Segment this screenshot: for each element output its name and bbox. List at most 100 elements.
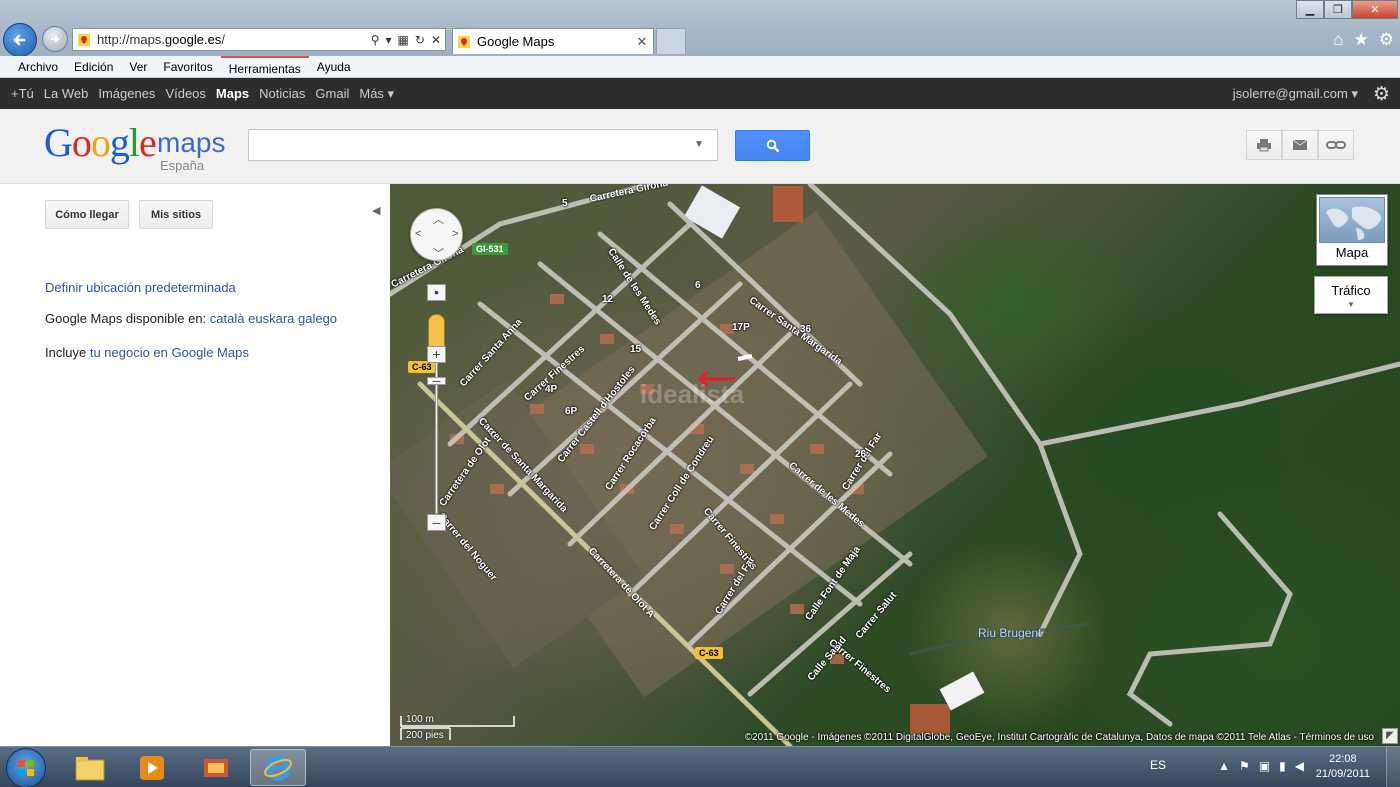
watermark: idealista	[640, 379, 745, 409]
tab-close-icon[interactable]: ✕	[635, 34, 649, 50]
gbar-web[interactable]: La Web	[39, 86, 94, 101]
house-number: 5	[562, 198, 568, 209]
pan-down-icon[interactable]: ﹀	[433, 245, 444, 261]
zoom-slider[interactable]: • + – –	[427, 284, 446, 534]
taskbar-clock[interactable]: 22:08 21/09/2011	[1316, 752, 1370, 782]
pan-up-icon[interactable]: ︿	[433, 211, 444, 227]
pan-left-icon[interactable]: <	[415, 228, 421, 240]
gbar-news[interactable]: Noticias	[254, 86, 310, 101]
tools-gear-icon[interactable]: ⚙	[1379, 30, 1394, 50]
refresh-icon[interactable]: ↻	[415, 33, 425, 47]
google-logo[interactable]: Google	[44, 123, 157, 163]
maximize-button[interactable]: ❐	[1324, 0, 1352, 19]
scale-metric: 100 m	[406, 714, 434, 725]
map-type-button[interactable]: Mapa	[1316, 194, 1388, 266]
stop-icon[interactable]: ✕	[431, 33, 441, 47]
taskbar-explorer[interactable]	[62, 749, 118, 786]
google-bar: +Tú La Web Imágenes Vídeos Maps Noticias…	[0, 78, 1400, 109]
menu-edicion[interactable]: Edición	[66, 56, 121, 78]
satellite-map[interactable]: idealista Carretera Girona Carretera Gir…	[390, 184, 1400, 746]
gbar-images[interactable]: Imágenes	[93, 86, 160, 101]
default-location-link[interactable]: Definir ubicación predeterminada	[45, 280, 236, 295]
search-button[interactable]	[735, 130, 810, 161]
volume-icon[interactable]: ◀	[1295, 759, 1304, 773]
back-button[interactable]	[3, 23, 37, 57]
scale-imperial: 200 pies	[406, 730, 444, 741]
menu-herramientas[interactable]: Herramientas	[220, 55, 309, 78]
folder-icon	[75, 756, 105, 780]
link-button[interactable]	[1318, 130, 1354, 160]
collapse-panel-icon[interactable]: ◀	[372, 204, 380, 217]
traffic-button[interactable]: Tráfico ▼	[1314, 276, 1388, 314]
search-input[interactable]	[248, 129, 718, 161]
favorites-star-icon[interactable]: ★	[1354, 30, 1369, 50]
back-arrow-icon	[13, 34, 26, 46]
user-account-menu[interactable]: jsolerre@gmail.com ▾	[1233, 86, 1358, 102]
menu-favoritos[interactable]: Favoritos	[155, 56, 220, 78]
browser-chrome: http://maps.google.es/ ⚲ ▾ ▦ ↻ ✕ Google …	[0, 0, 1400, 57]
logo-country: España	[160, 158, 205, 173]
email-button[interactable]	[1282, 130, 1318, 160]
chevron-down-icon[interactable]: ▼	[1315, 300, 1387, 309]
forward-button[interactable]	[42, 26, 68, 52]
search-icon[interactable]: ⚲	[371, 33, 380, 47]
gbar-maps[interactable]: Maps	[211, 86, 254, 101]
pan-right-icon[interactable]: >	[452, 228, 458, 240]
tab-google-maps[interactable]: Google Maps ✕	[452, 28, 654, 54]
gbar-more[interactable]: Más ▾	[354, 86, 399, 102]
menu-ayuda[interactable]: Ayuda	[309, 56, 359, 78]
directions-button[interactable]: Cómo llegar	[45, 200, 129, 229]
dropdown-arrow-icon[interactable]: ▾	[386, 33, 392, 47]
gbar-videos[interactable]: Vídeos	[160, 86, 210, 101]
compatibility-view-icon[interactable]: ▦	[398, 33, 409, 47]
business-link[interactable]: tu negocio en Google Maps	[90, 345, 249, 360]
zoom-out-button[interactable]: –	[427, 514, 446, 531]
show-hidden-icons-icon[interactable]: ▲	[1218, 759, 1230, 773]
maps-header: Google maps España ▼	[0, 109, 1400, 184]
language-indicator[interactable]: ES	[1150, 758, 1166, 772]
river-label: Riu Brugent	[978, 626, 1042, 640]
taskbar-internet-explorer[interactable]	[250, 749, 306, 786]
language-link-euskara[interactable]: euskara	[248, 311, 294, 326]
home-icon[interactable]: ⌂	[1333, 30, 1343, 50]
network-signal-icon[interactable]: ▮	[1279, 759, 1286, 773]
internet-explorer-icon	[264, 755, 292, 780]
print-button[interactable]	[1246, 130, 1282, 160]
url-text: http://maps.google.es/	[97, 32, 225, 47]
map-copyright[interactable]: ©2011 Google - Imágenes ©2011 DigitalGlo…	[745, 732, 1374, 743]
clock-date: 21/09/2011	[1315, 768, 1370, 780]
action-center-flag-icon[interactable]: ⚑	[1239, 759, 1250, 773]
street-view-pegman-icon[interactable]	[428, 314, 445, 348]
show-desktop-button[interactable]	[1386, 747, 1400, 787]
search-dropdown-icon[interactable]: ▼	[694, 139, 704, 150]
window-controls: ▁ ❐ ✕	[1296, 0, 1398, 19]
logo-maps-word: maps	[157, 127, 226, 158]
my-places-button[interactable]: Mis sitios	[139, 200, 213, 229]
language-link-galego[interactable]: galego	[298, 311, 337, 326]
menu-archivo[interactable]: Archivo	[10, 56, 66, 78]
menu-ver[interactable]: Ver	[121, 56, 155, 78]
new-tab-button[interactable]	[656, 28, 686, 54]
close-window-button[interactable]: ✕	[1352, 0, 1398, 19]
house-number: 17P	[732, 322, 750, 333]
printer-icon	[1257, 139, 1271, 152]
address-bar[interactable]: http://maps.google.es/ ⚲ ▾ ▦ ↻ ✕	[72, 28, 446, 51]
world-map-thumbnail-icon	[1319, 197, 1385, 243]
overview-toggle-icon[interactable]: ◤	[1382, 728, 1398, 744]
taskbar-media-player[interactable]	[124, 749, 180, 786]
zoom-in-button[interactable]: +	[427, 346, 446, 363]
house-number: 6P	[565, 406, 578, 417]
minimize-button[interactable]: ▁	[1296, 0, 1324, 19]
pan-control[interactable]: ︿ ﹀ < >	[410, 208, 463, 261]
zoom-thumb[interactable]: –	[427, 373, 446, 387]
gbar-gmail[interactable]: Gmail	[310, 86, 354, 101]
device-icon[interactable]: ▣	[1259, 759, 1270, 773]
language-link-catala[interactable]: català	[210, 311, 245, 326]
reset-view-button[interactable]: •	[427, 284, 446, 301]
settings-gear-icon[interactable]: ⚙	[1373, 83, 1390, 106]
gbar-plus-you[interactable]: +Tú	[6, 86, 39, 101]
browser-toolbar-icons: ⌂ ★ ⚙	[1333, 30, 1394, 50]
default-location-row: Definir ubicación predeterminada	[45, 280, 236, 295]
start-button[interactable]	[6, 748, 46, 787]
taskbar-app[interactable]	[188, 749, 244, 786]
